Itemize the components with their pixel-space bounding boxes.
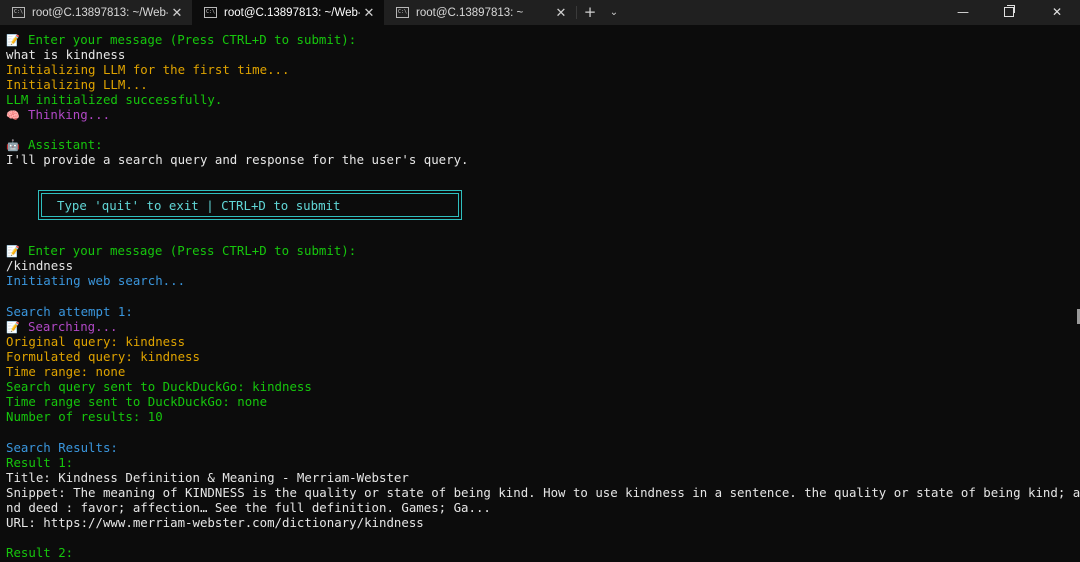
assistant-reply: I'll provide a search query and response… (6, 152, 469, 167)
new-tab-button[interactable]: + (577, 0, 603, 25)
time-range-line: Time range: none (6, 364, 126, 379)
result-label: Result 1: (6, 455, 74, 470)
num-results-line: Number of results: 10 (6, 409, 163, 424)
close-window-button[interactable]: ✕ (1034, 0, 1080, 25)
searching-line: 📝 Searching... (6, 319, 118, 334)
memo-icon: 📝 (6, 321, 20, 334)
minimize-button[interactable]: — (940, 0, 986, 25)
result-title: Title: Kindness Definition & Meaning - M… (6, 470, 409, 485)
tab-label: root@C.13897813: ~/Web-LLM (224, 6, 360, 19)
terminal-icon (396, 7, 409, 18)
status-line: Initializing LLM for the first time... (6, 62, 290, 77)
close-icon[interactable]: ✕ (168, 5, 186, 21)
memo-icon: 📝 (6, 34, 20, 47)
close-icon[interactable]: ✕ (360, 5, 378, 21)
user-input-line: /kindness (6, 258, 74, 273)
close-icon[interactable]: ✕ (552, 5, 570, 21)
terminal-icon (12, 7, 25, 18)
assistant-label: 🤖 Assistant: (6, 137, 103, 152)
status-line: LLM initialized successfully. (6, 92, 223, 107)
original-query-line: Original query: kindness (6, 334, 186, 349)
terminal-icon (204, 7, 217, 18)
robot-icon: 🤖 (6, 139, 20, 152)
query-sent-line: Search query sent to DuckDuckGo: kindnes… (6, 379, 312, 394)
thinking-line: 🧠 Thinking... (6, 107, 111, 122)
tab-label: root@C.13897813: ~ (416, 6, 524, 19)
chevron-down-icon[interactable]: ⌄ (603, 0, 625, 25)
tab-label: root@C.13897813: ~/Web-LLM (32, 6, 168, 19)
results-header: Search Results: (6, 440, 118, 455)
hint-box: Type 'quit' to exit | CTRL+D to submit (38, 190, 462, 220)
terminal-output[interactable]: 📝 Enter your message (Press CTRL+D to sub… (0, 25, 1080, 562)
prompt-line: 📝 Enter your message (Press CTRL+D to sub… (6, 243, 357, 258)
tab-web-llm-1[interactable]: root@C.13897813: ~/Web-LLM ✕ (0, 0, 192, 25)
user-input-line: what is kindness (6, 47, 126, 62)
memo-icon: 📝 (6, 245, 20, 258)
maximize-button[interactable] (986, 0, 1032, 25)
time-sent-line: Time range sent to DuckDuckGo: none (6, 394, 268, 409)
formulated-query-line: Formulated query: kindness (6, 349, 200, 364)
search-attempt-line: Search attempt 1: (6, 304, 133, 319)
restore-icon (1004, 5, 1015, 17)
tab-bar: root@C.13897813: ~/Web-LLM ✕ root@C.1389… (0, 0, 1080, 25)
status-line: Initiating web search... (6, 273, 186, 288)
result-snippet: Snippet: The meaning of KINDNESS is the … (6, 485, 1080, 500)
result-url: URL: https://www.merriam-webster.com/dic… (6, 515, 424, 530)
tab-home[interactable]: root@C.13897813: ~ ✕ (384, 0, 576, 25)
hint-text: Type 'quit' to exit | CTRL+D to submit (57, 198, 341, 213)
tab-web-llm-2[interactable]: root@C.13897813: ~/Web-LLM ✕ (192, 0, 384, 25)
result-label: Result 2: (6, 545, 74, 560)
prompt-line: 📝 Enter your message (Press CTRL+D to sub… (6, 32, 357, 47)
status-line: Initializing LLM... (6, 77, 148, 92)
result-snippet-cont: nd deed : favor; affection… See the full… (6, 500, 491, 515)
brain-icon: 🧠 (6, 109, 20, 122)
